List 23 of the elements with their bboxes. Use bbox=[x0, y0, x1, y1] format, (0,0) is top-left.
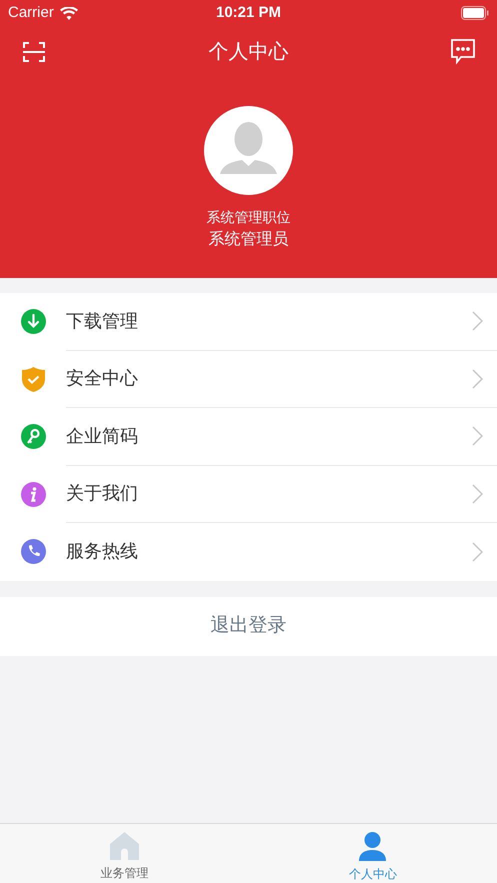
menu-item[interactable]: 安全中心 bbox=[0, 350, 497, 408]
scan-button[interactable] bbox=[22, 40, 46, 64]
message-button[interactable] bbox=[451, 39, 475, 65]
wifi-icon bbox=[60, 6, 78, 20]
carrier-label: Carrier bbox=[8, 2, 54, 23]
chevron-icon bbox=[472, 426, 483, 446]
tab-item[interactable]: 业务管理 bbox=[0, 824, 248, 883]
menu-item[interactable]: 关于我们 bbox=[0, 466, 497, 523]
chevron-icon bbox=[472, 368, 483, 389]
chevron-icon bbox=[472, 484, 483, 504]
menu-item[interactable]: 下载管理 bbox=[0, 293, 497, 350]
person-icon bbox=[359, 832, 386, 861]
user-name: 系统管理员 bbox=[208, 230, 288, 250]
chevron-icon bbox=[472, 542, 483, 562]
page-title: 个人中心 bbox=[208, 40, 288, 65]
menu-item[interactable]: 服务热线 bbox=[0, 523, 497, 580]
home-icon bbox=[110, 832, 139, 860]
menu-item[interactable]: 企业简码 bbox=[0, 408, 497, 466]
logout-button[interactable]: 退出登录 bbox=[0, 596, 497, 656]
time-label: 10:21 PM bbox=[216, 2, 282, 23]
position-label: 系统管理职位 bbox=[206, 208, 290, 226]
battery-icon bbox=[461, 6, 490, 20]
chevron-icon bbox=[472, 311, 483, 332]
